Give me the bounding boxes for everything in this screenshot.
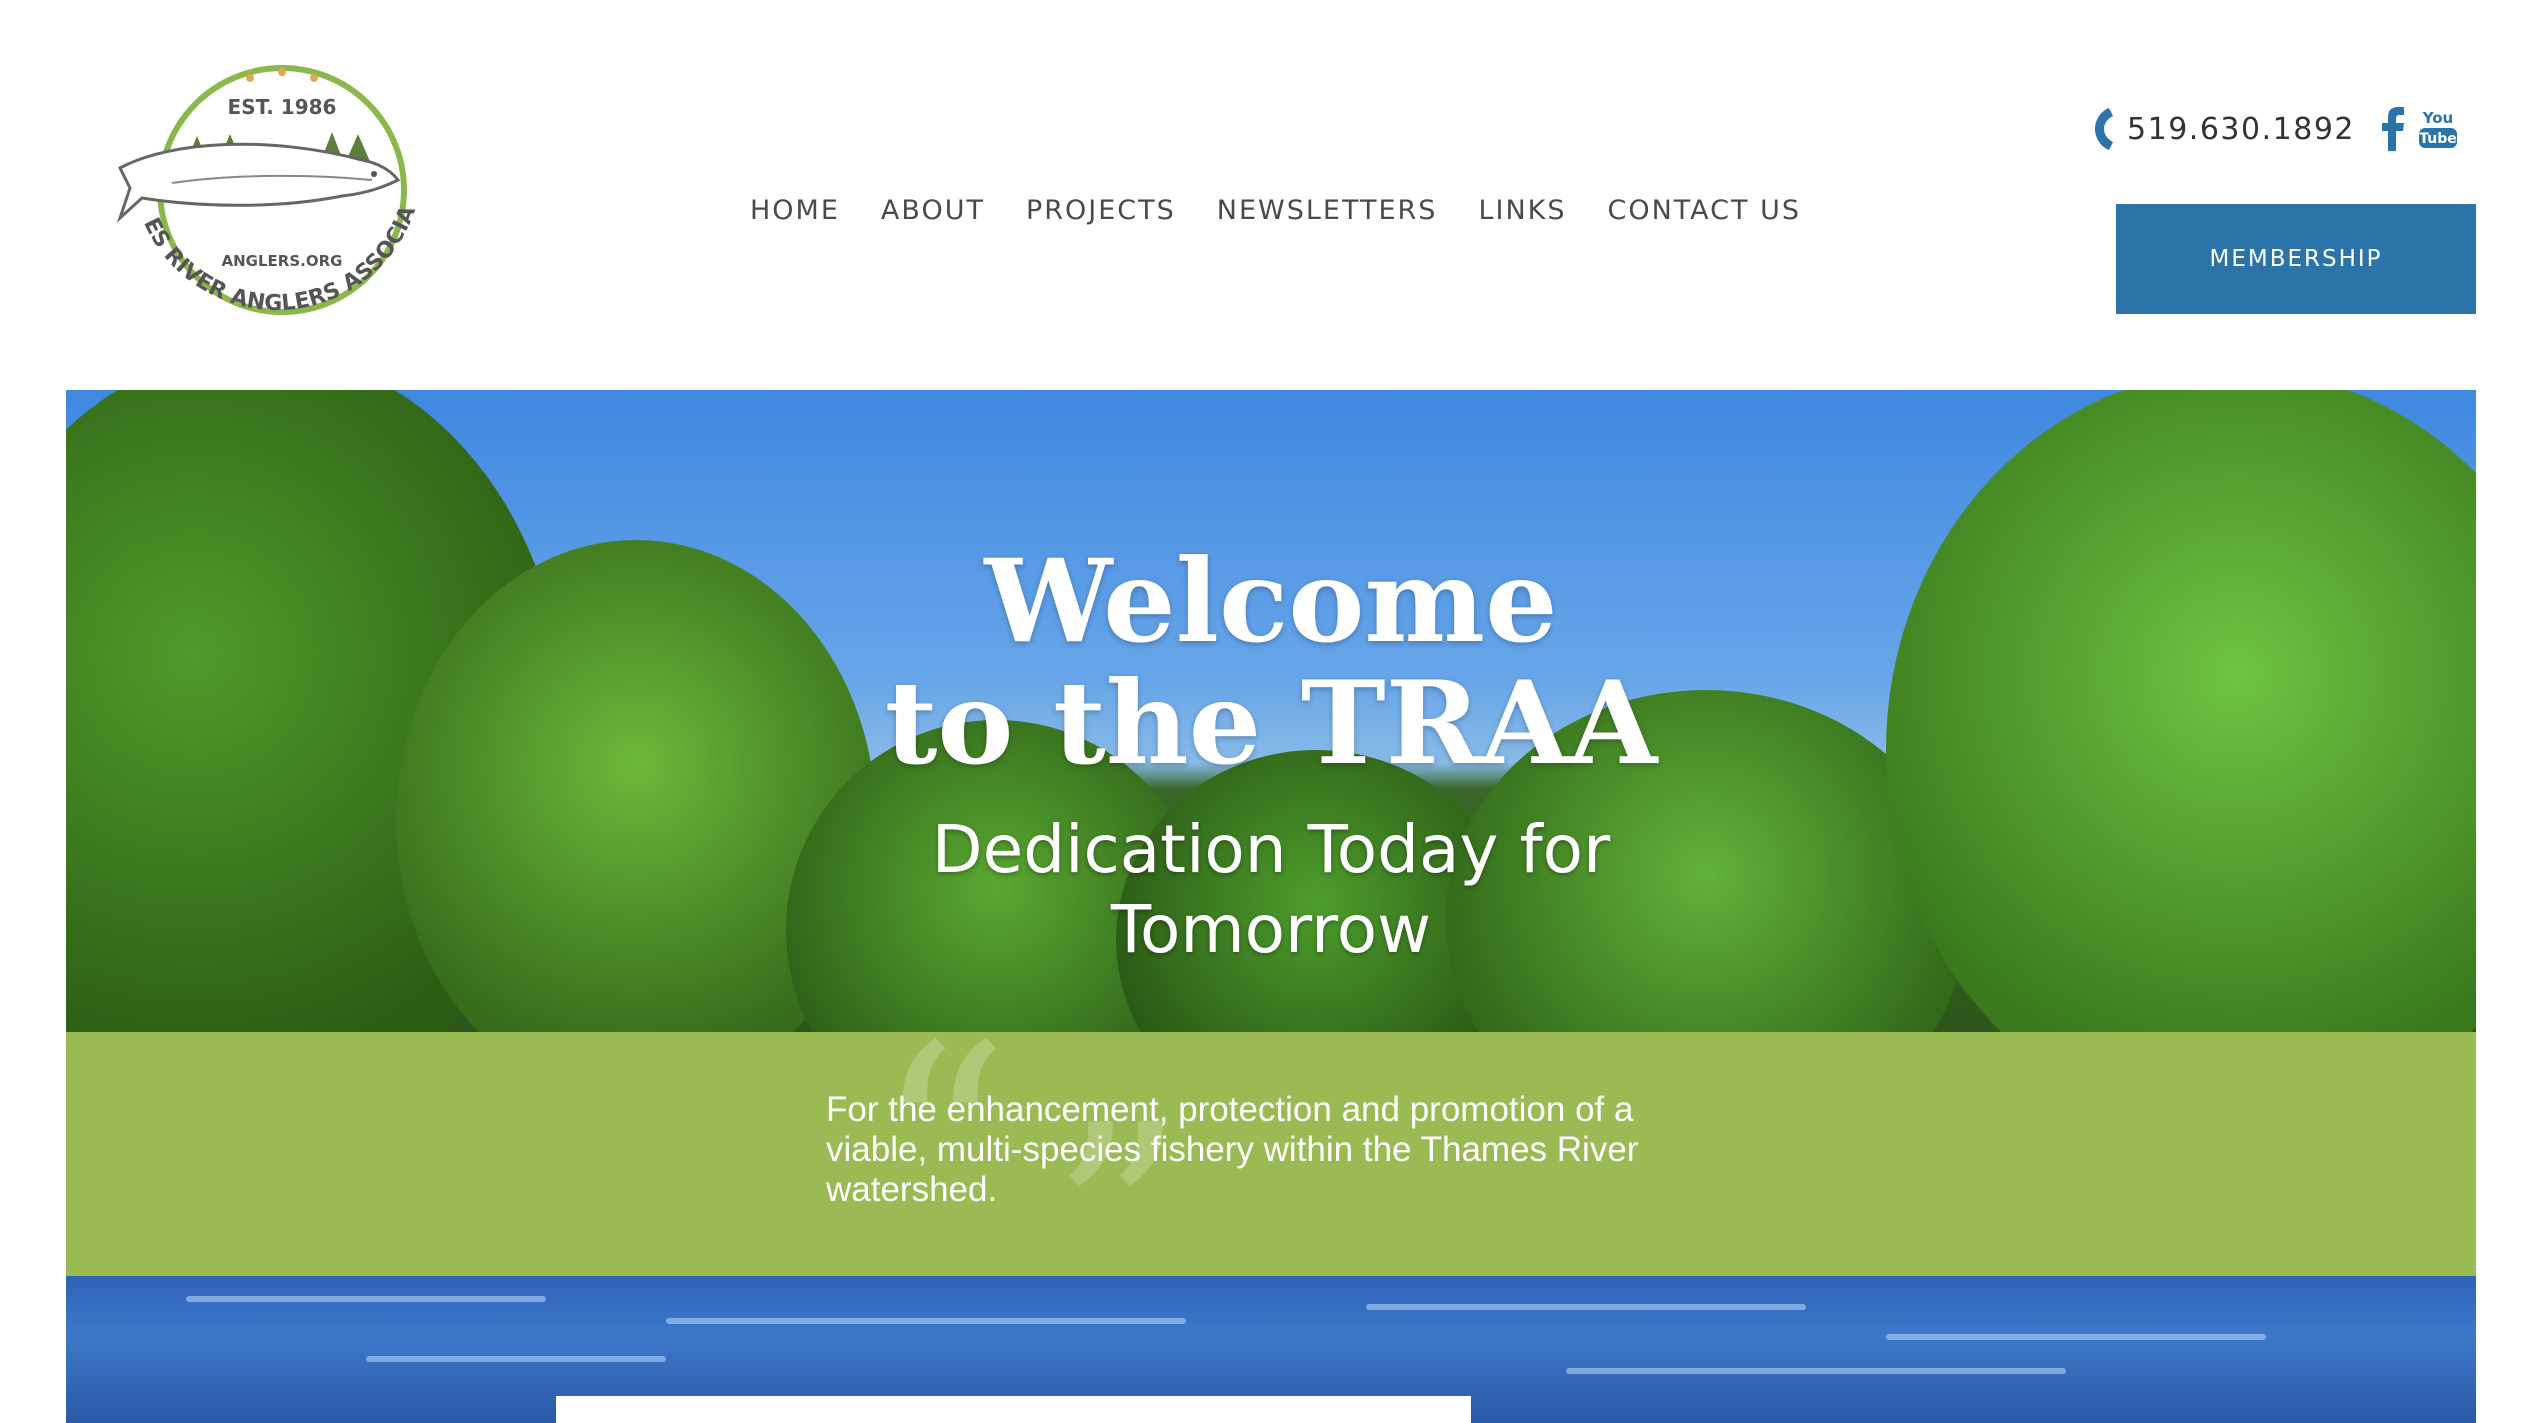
- hero-title: Welcome to the TRAA: [66, 540, 2476, 784]
- hero-banner: Welcome to the TRAA Dedication Today for…: [66, 390, 2476, 1033]
- water-ripple: [186, 1296, 546, 1302]
- hero-title-line2: to the TRAA: [884, 656, 1658, 790]
- youtube-icon[interactable]: You Tube: [2417, 107, 2459, 151]
- phone-icon: [2095, 108, 2114, 150]
- header-contact: 519.630.1892 You Tube: [2093, 106, 2459, 152]
- logo-site-text: ANGLERS.ORG: [222, 252, 343, 270]
- nav-projects[interactable]: PROJECTS: [1026, 195, 1176, 226]
- hero-subtitle: Dedication Today for Tomorrow: [66, 810, 2476, 970]
- water-ripple: [1566, 1368, 2066, 1374]
- nav-newsletters[interactable]: NEWSLETTERS: [1217, 195, 1438, 226]
- membership-button[interactable]: MEMBERSHIP: [2116, 204, 2476, 314]
- mission-statement: For the enhancement, protection and prom…: [826, 1090, 1639, 1209]
- water-ripple: [1886, 1334, 2266, 1340]
- nav-home[interactable]: HOME: [750, 195, 840, 226]
- hero-title-line1: Welcome: [984, 534, 1558, 668]
- water-ripple: [666, 1318, 1186, 1324]
- traa-logo[interactable]: EST. 1986 ANGLERS.ORG THAMES RIVER ANGLE…: [112, 48, 442, 348]
- phone-number[interactable]: 519.630.1892: [2127, 112, 2355, 147]
- nav-links[interactable]: LINKS: [1478, 195, 1566, 226]
- nav-about[interactable]: ABOUT: [881, 195, 985, 226]
- svg-text:You: You: [2422, 109, 2453, 127]
- nav-contact-us[interactable]: CONTACT US: [1607, 195, 1801, 226]
- mission-band: “ ” For the enhancement, protection and …: [66, 1012, 2476, 1352]
- hero-subtitle-line1: Dedication Today for: [931, 811, 1611, 888]
- water-ripple: [1366, 1304, 1806, 1310]
- water-image: [66, 1276, 2476, 1423]
- main-nav: HOME ABOUT PROJECTS NEWSLETTERS LINKS CO…: [750, 195, 1842, 226]
- facebook-icon[interactable]: [2381, 107, 2405, 151]
- logo-est-text: EST. 1986: [228, 95, 337, 119]
- hero-subtitle-line2: Tomorrow: [1110, 891, 1432, 968]
- water-ripple: [366, 1356, 666, 1362]
- content-card: [556, 1396, 1471, 1423]
- svg-text:Tube: Tube: [2419, 131, 2457, 147]
